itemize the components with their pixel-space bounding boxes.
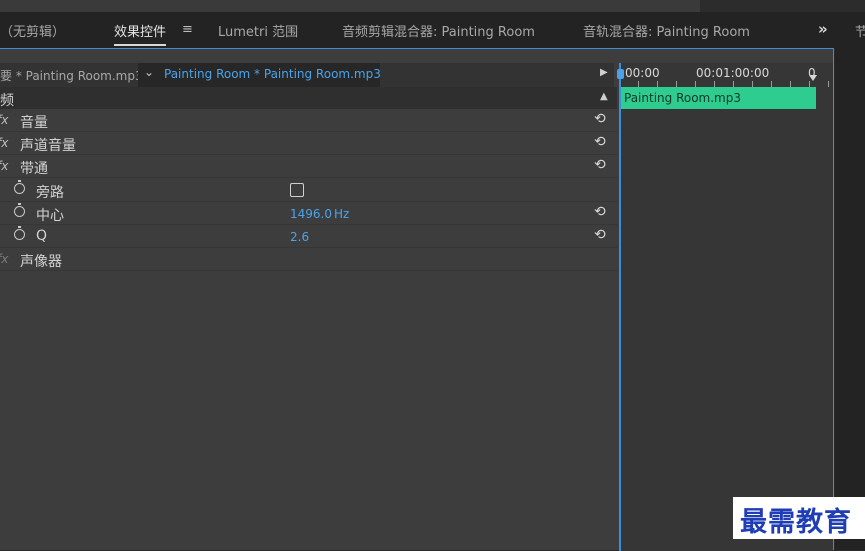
param-label: Q xyxy=(36,228,48,244)
q-value[interactable]: 2.6 xyxy=(290,230,309,244)
collapse-icon[interactable]: ▲ xyxy=(600,91,608,102)
param-row-q: Q 2.6 ⟲ xyxy=(0,225,617,248)
effect-row-bandpass[interactable]: fx 带通 ⟲ xyxy=(0,155,617,178)
right-edge-panel xyxy=(835,48,865,550)
top-strip xyxy=(0,0,865,12)
tab-partial-right[interactable]: 节 xyxy=(855,21,865,40)
panel-tab-bar: （无剪辑） 效果控件 ≡ Lumetri 范围 音频剪辑混合器: Paintin… xyxy=(0,12,865,48)
master-clip-label[interactable]: 要 * Painting Room.mp3 xyxy=(0,67,143,84)
fx-icon[interactable]: fx xyxy=(0,113,8,127)
tab-audio-track-mixer[interactable]: 音轨混合器: Painting Room xyxy=(583,21,750,40)
stopwatch-icon[interactable] xyxy=(14,226,25,240)
fx-icon[interactable]: fx xyxy=(0,136,8,150)
tab-lumetri-scopes[interactable]: Lumetri 范围 xyxy=(218,21,298,40)
reset-icon[interactable]: ⟲ xyxy=(594,157,606,173)
clip-selector[interactable]: ⌄ Painting Room * Painting Room.mp3 xyxy=(138,63,381,87)
source-row: 要 * Painting Room.mp3 ⌄ Painting Room * … xyxy=(0,63,614,87)
watermark: 最需教育 xyxy=(740,507,852,538)
tab-audio-clip-mixer[interactable]: 音频剪辑混合器: Painting Room xyxy=(342,21,535,40)
center-unit: Hz xyxy=(334,207,350,221)
bypass-checkbox[interactable] xyxy=(290,183,304,197)
param-row-bypass: 旁路 xyxy=(0,179,617,202)
timeline-clip-label: Painting Room.mp3 xyxy=(624,91,741,105)
time-label: 00:01:00:00 xyxy=(696,66,770,80)
end-marker-icon[interactable] xyxy=(809,75,817,81)
top-strip-dark xyxy=(700,0,865,12)
stopwatch-icon[interactable] xyxy=(14,203,25,217)
reset-icon[interactable]: ⟲ xyxy=(594,111,606,127)
fx-icon[interactable]: fx xyxy=(0,252,8,266)
effect-row-volume[interactable]: fx 音量 ⟲ xyxy=(0,109,617,132)
reset-icon[interactable]: ⟲ xyxy=(594,227,606,243)
effect-timeline[interactable]: 00:00 00:01:00:00 0 Painting Room.mp3 xyxy=(617,63,833,551)
reset-icon[interactable]: ⟲ xyxy=(594,204,606,220)
stopwatch-icon[interactable] xyxy=(14,180,25,194)
tab-no-clip[interactable]: （无剪辑） xyxy=(0,21,65,40)
param-label: 旁路 xyxy=(36,185,64,201)
play-icon[interactable]: ▶ xyxy=(600,67,608,78)
reset-icon[interactable]: ⟲ xyxy=(594,134,606,150)
tab-overflow-icon[interactable]: » xyxy=(818,20,828,38)
audio-section-label: 频 xyxy=(0,93,14,109)
audio-section-header[interactable]: 频 ▲ xyxy=(0,87,617,109)
fx-icon[interactable]: fx xyxy=(0,159,8,173)
effect-label: 声道音量 xyxy=(20,138,76,154)
time-ruler[interactable]: 00:00 00:01:00:00 0 xyxy=(619,63,833,87)
param-row-center: 中心 1496.0 Hz ⟲ xyxy=(0,202,617,225)
effect-label: 声像器 xyxy=(20,254,62,270)
playhead[interactable] xyxy=(617,63,624,551)
clip-selector-label: Painting Room * Painting Room.mp3 xyxy=(164,67,381,81)
effect-row-channel-volume[interactable]: fx 声道音量 ⟲ xyxy=(0,132,617,155)
param-label: 中心 xyxy=(36,208,64,224)
timeline-clip[interactable]: Painting Room.mp3 xyxy=(621,87,816,109)
center-value[interactable]: 1496.0 xyxy=(290,207,332,221)
effect-controls-panel: 要 * Painting Room.mp3 ⌄ Painting Room * … xyxy=(0,48,834,551)
chevron-down-icon[interactable]: ⌄ xyxy=(144,65,154,79)
effect-label: 音量 xyxy=(20,115,48,131)
playhead-handle[interactable] xyxy=(617,69,624,79)
effect-row-panner[interactable]: fx 声像器 xyxy=(0,248,617,271)
time-label: 00:00 xyxy=(625,66,660,80)
tab-menu-icon[interactable]: ≡ xyxy=(182,22,193,37)
tab-effect-controls[interactable]: 效果控件 xyxy=(114,21,167,46)
effect-label: 带通 xyxy=(20,161,48,177)
